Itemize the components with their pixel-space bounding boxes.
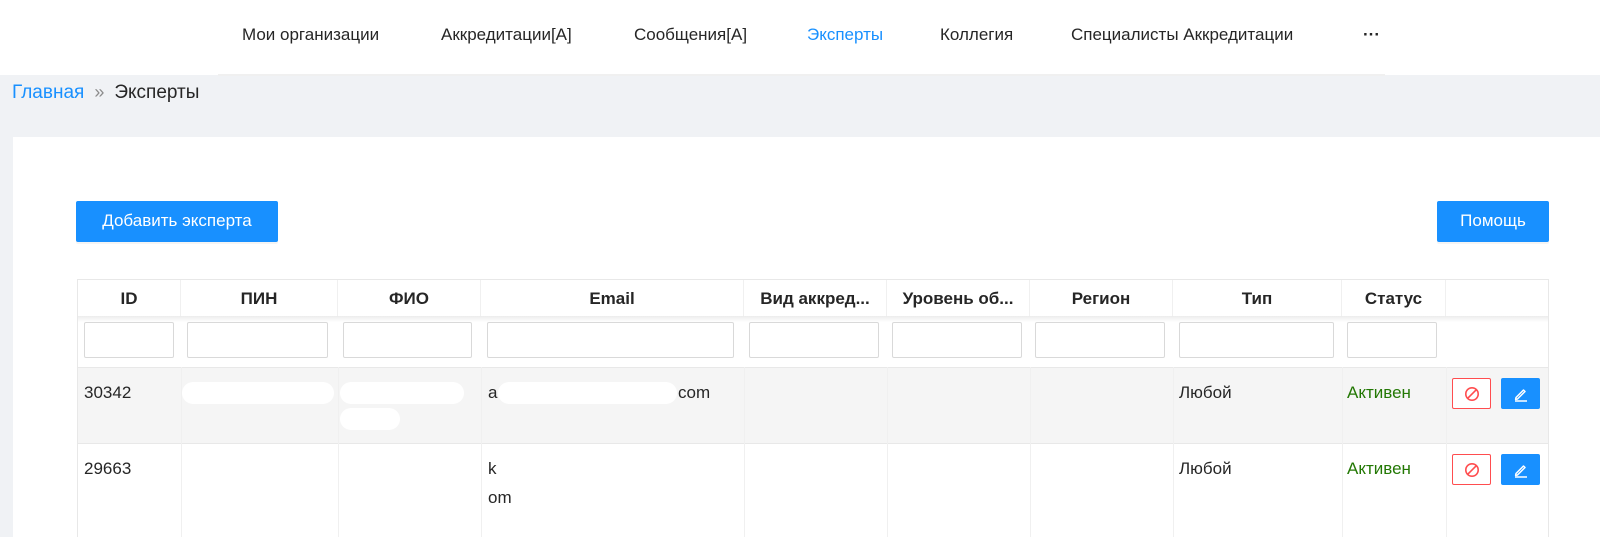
block-icon [1464, 462, 1479, 477]
column-header-email[interactable]: Email [481, 280, 744, 317]
edit-button[interactable] [1501, 378, 1540, 409]
column-header-type[interactable]: Тип [1173, 280, 1342, 317]
column-divider [338, 367, 339, 537]
cell-email-end: om [488, 488, 512, 507]
column-divider [1342, 367, 1343, 537]
redacted-email [498, 382, 677, 404]
column-header-actions [1446, 280, 1548, 317]
breadcrumb-home-link[interactable]: Главная [12, 82, 84, 103]
cell-id: 30342 [84, 383, 132, 402]
redacted-fio-line2 [340, 408, 400, 430]
cell-status: Активен [1347, 383, 1411, 402]
nav-more-menu[interactable]: ··· [1363, 0, 1380, 75]
column-header-id[interactable]: ID [78, 280, 181, 317]
redacted-fio [340, 382, 464, 404]
edit-icon [1514, 464, 1527, 478]
column-header-education-level[interactable]: Уровень об... [887, 280, 1030, 317]
filter-input-education-level[interactable] [892, 322, 1022, 358]
nav-item-messages[interactable]: Сообщения[A] [634, 0, 747, 75]
cell-type: Любой [1179, 383, 1232, 402]
filter-row [78, 317, 1548, 367]
table-row: 29663 k om Любой Активен [78, 443, 1548, 519]
breadcrumb-current: Эксперты [114, 82, 200, 103]
cell-email-start: a [488, 383, 498, 402]
filter-input-status[interactable] [1347, 322, 1437, 358]
column-divider [481, 367, 482, 537]
table-row: 30342 a com Любой Активен [78, 367, 1548, 443]
nav-bottom-border [218, 74, 1385, 76]
column-divider [744, 367, 745, 537]
filter-input-email[interactable] [487, 322, 734, 358]
redacted-pin [182, 382, 334, 404]
block-button[interactable] [1452, 454, 1491, 485]
column-divider [887, 367, 888, 537]
column-divider [1030, 367, 1031, 537]
column-header-fio[interactable]: ФИО [338, 280, 481, 317]
edit-button[interactable] [1501, 454, 1540, 485]
block-button[interactable] [1452, 378, 1491, 409]
nav-item-collegium[interactable]: Коллегия [940, 0, 1013, 75]
cell-email-end: com [678, 383, 711, 402]
filter-input-fio[interactable] [343, 322, 472, 358]
column-header-pin[interactable]: ПИН [181, 280, 338, 317]
filter-input-type[interactable] [1179, 322, 1334, 358]
breadcrumb: Главная » Эксперты [12, 82, 199, 104]
filter-input-accreditation-type[interactable] [749, 322, 879, 358]
cell-type: Любой [1179, 459, 1232, 478]
top-navigation: Мои организации Аккредитации[A] Сообщени… [0, 0, 1600, 76]
edit-icon [1514, 388, 1527, 402]
column-divider [1446, 367, 1447, 537]
block-icon [1464, 386, 1479, 401]
nav-item-accreditations[interactable]: Аккредитации[A] [441, 0, 572, 75]
nav-item-my-organizations[interactable]: Мои организации [242, 0, 379, 75]
help-button[interactable]: Помощь [1437, 201, 1549, 242]
filter-input-pin[interactable] [187, 322, 328, 358]
nav-item-accreditation-specialists[interactable]: Специалисты Аккредитации [1071, 0, 1293, 75]
filter-input-region[interactable] [1035, 322, 1165, 358]
experts-table: ID ПИН ФИО Email Вид аккред... Уровень о… [77, 279, 1549, 537]
column-header-status[interactable]: Статус [1342, 280, 1446, 317]
cell-id: 29663 [84, 459, 132, 478]
cell-email-start: k [488, 459, 497, 478]
nav-item-experts[interactable]: Эксперты [807, 0, 884, 76]
column-header-region[interactable]: Регион [1030, 280, 1173, 317]
column-header-accreditation-type[interactable]: Вид аккред... [744, 280, 887, 317]
add-expert-button[interactable]: Добавить эксперта [76, 201, 278, 242]
filter-input-id[interactable] [84, 322, 174, 358]
cell-status: Активен [1347, 459, 1411, 478]
column-divider [1173, 367, 1174, 537]
breadcrumb-separator: » [94, 82, 105, 102]
column-divider [181, 367, 182, 537]
